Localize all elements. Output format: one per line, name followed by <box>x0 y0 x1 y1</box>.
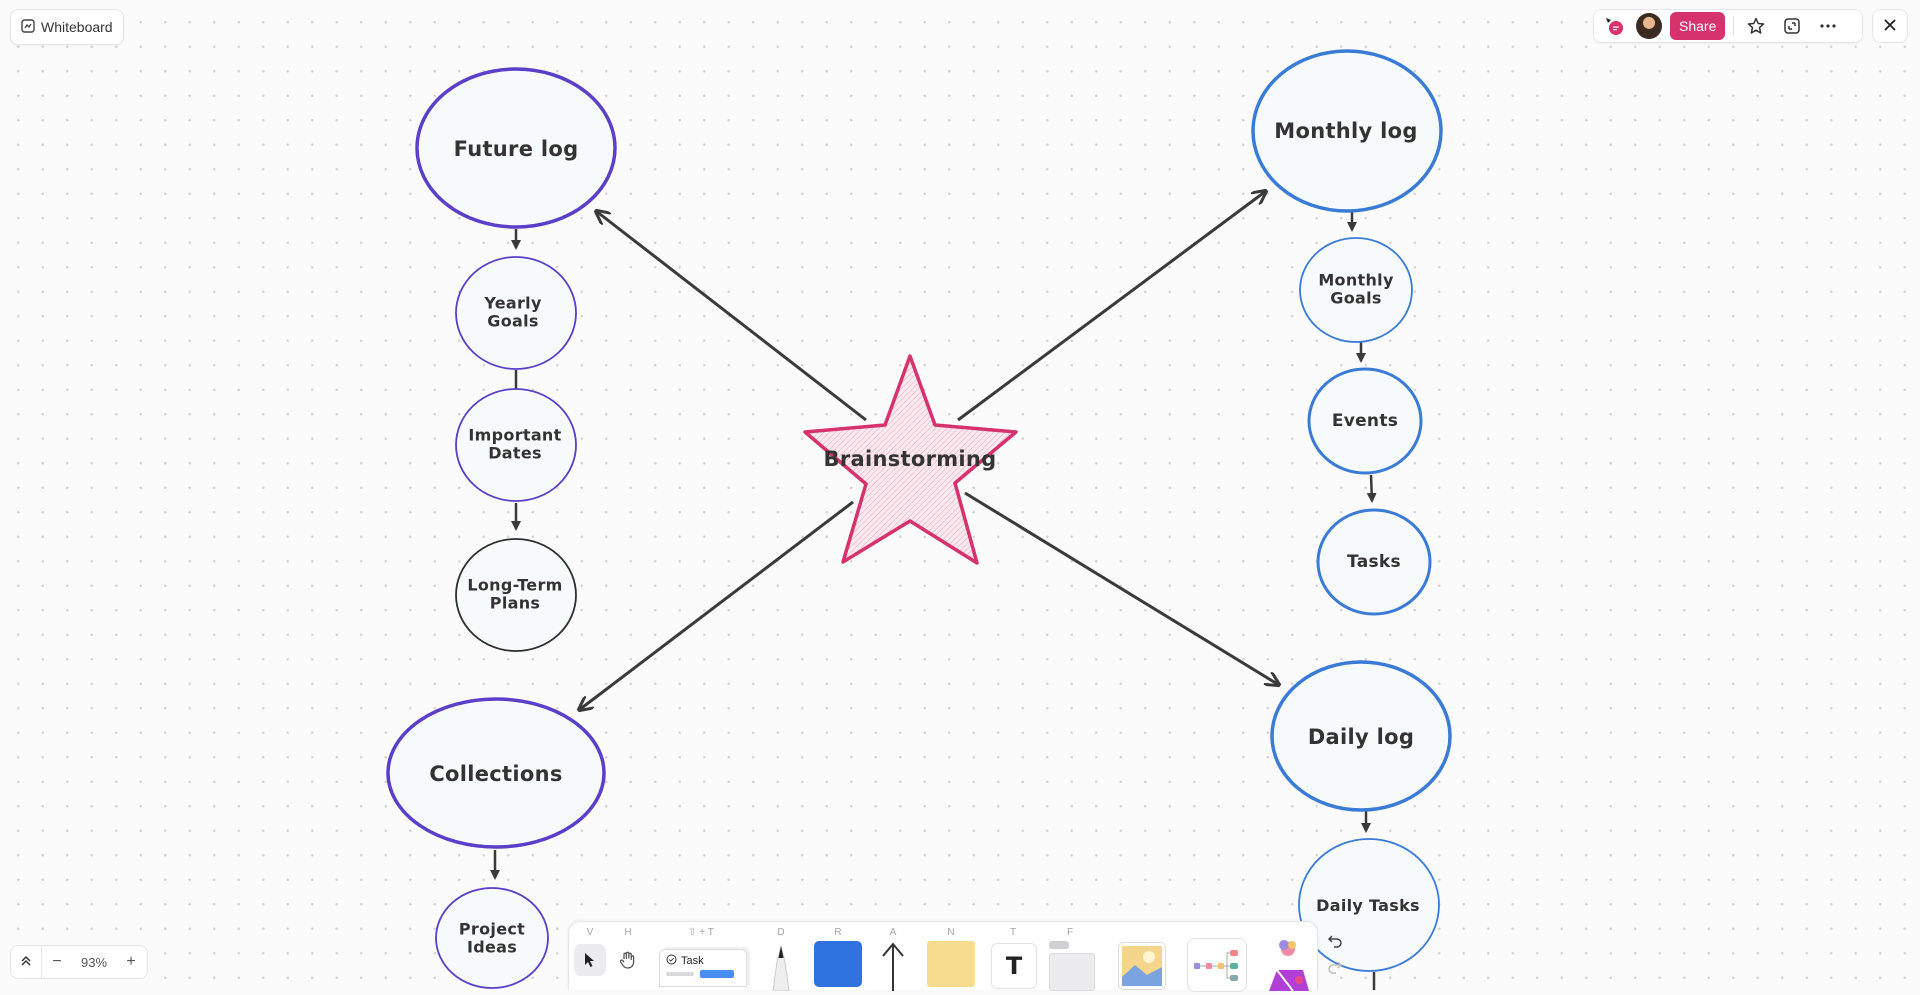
share-button[interactable]: Share <box>1670 12 1726 40</box>
close-button[interactable] <box>1872 9 1908 43</box>
sticky-note-icon <box>927 941 975 987</box>
brainstorming-label: Brainstorming <box>823 446 997 471</box>
zoom-controls: − 93% + <box>10 945 148 979</box>
whiteboard-icon <box>21 18 35 36</box>
collections-label: Collections <box>429 761 563 786</box>
tool-sticky-note[interactable]: N <box>923 922 979 991</box>
shortcut-key: R <box>834 927 842 938</box>
image-icon <box>1118 942 1166 990</box>
connector-small <box>1366 474 1377 503</box>
zoom-in-button[interactable]: + <box>116 946 146 978</box>
tool-arrow[interactable]: A <box>873 922 913 991</box>
tool-image[interactable] <box>1115 922 1167 991</box>
shortcut-key: N <box>947 927 955 938</box>
cursor-icon <box>574 944 606 976</box>
daily-log-label: Daily log <box>1307 724 1415 749</box>
sparkle-shapes-icon <box>1263 934 1313 995</box>
top-right-toolbar: Share <box>1593 9 1863 43</box>
tool-ai-magic[interactable] <box>1259 922 1315 992</box>
task-label: Task <box>681 955 704 967</box>
frame-tab <box>1049 941 1069 949</box>
more-icon[interactable] <box>1814 12 1842 40</box>
close-icon <box>1883 17 1897 36</box>
tool-pen[interactable]: D <box>761 922 801 992</box>
important-dates-label: Important Dates <box>468 425 562 463</box>
tool-select[interactable]: V <box>571 922 609 991</box>
long-term-plans-label: Long-Term Plans <box>467 575 563 613</box>
whiteboard-title-chip[interactable]: Whiteboard <box>10 9 124 45</box>
arrow-up-icon <box>879 940 907 995</box>
hand-icon <box>612 944 644 976</box>
tool-frame[interactable]: F <box>1045 922 1095 991</box>
undo-icon[interactable] <box>1327 933 1343 953</box>
daily-tasks-label: Daily Tasks <box>1316 895 1420 915</box>
whiteboard-canvas[interactable] <box>0 0 1920 990</box>
diagram-icon <box>1187 938 1247 992</box>
text-icon: T <box>991 943 1037 989</box>
comments-icon[interactable] <box>1600 12 1628 40</box>
monthly-log-label: Monthly log <box>1274 118 1418 143</box>
task-card-icon: Task <box>659 949 747 987</box>
tool-hand[interactable]: H <box>609 922 647 991</box>
project-ideas-label: Project Ideas <box>458 919 526 957</box>
zoom-out-button[interactable]: − <box>42 946 72 978</box>
star-icon[interactable] <box>1742 12 1770 40</box>
connector-to-collections[interactable] <box>579 500 854 710</box>
tool-text[interactable]: T T <box>989 922 1037 991</box>
tool-rectangle[interactable]: R <box>811 922 865 991</box>
collapse-button[interactable] <box>11 946 41 978</box>
redo-icon[interactable] <box>1327 959 1343 979</box>
divider <box>1733 16 1735 36</box>
whiteboard-title: Whiteboard <box>41 19 113 35</box>
pen-icon <box>767 940 795 995</box>
yearly-goals-label: Yearly Goals <box>484 293 542 331</box>
shortcut-key: T <box>1009 927 1017 938</box>
check-circle-icon <box>666 954 677 968</box>
avatar[interactable] <box>1636 13 1662 39</box>
double-chevron-up-icon <box>20 955 32 970</box>
connector-to-daily-log[interactable] <box>964 491 1279 685</box>
shortcut-key: H <box>624 927 632 938</box>
connector-to-monthly-log[interactable] <box>957 191 1266 422</box>
fullscreen-icon[interactable] <box>1778 12 1806 40</box>
shortcut-key: F <box>1066 927 1074 938</box>
future-log-label: Future log <box>453 136 579 161</box>
tool-task[interactable]: ⇧ + T Task <box>651 922 751 991</box>
frame-icon <box>1049 953 1095 991</box>
tasks-label: Tasks <box>1347 552 1401 573</box>
bottom-toolbar: V H ⇧ + T Task D R A N T T F <box>568 921 1318 992</box>
rectangle-icon <box>814 941 862 987</box>
shortcut-key: D <box>777 927 785 938</box>
tool-diagrams[interactable] <box>1183 922 1249 992</box>
connector-to-future-log[interactable] <box>596 211 867 422</box>
monthly-goals-label: Monthly Goals <box>1318 270 1394 308</box>
shortcut-key: ⇧ + T <box>688 927 714 938</box>
zoom-level[interactable]: 93% <box>72 946 116 978</box>
events-label: Events <box>1331 411 1399 432</box>
history-controls <box>1319 921 1351 990</box>
shortcut-key: A <box>889 927 897 938</box>
shortcut-key: V <box>586 927 594 938</box>
